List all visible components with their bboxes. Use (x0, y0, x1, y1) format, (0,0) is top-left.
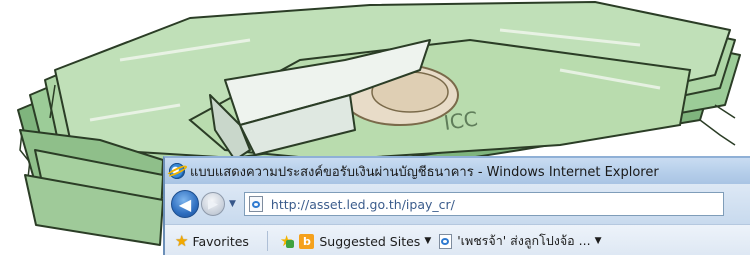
suggested-sites-button[interactable]: Suggested Sites (319, 234, 420, 249)
browser-window: แบบแสดงความประสงค์ขอรับเงินผ่านบัญชีธนาค… (163, 156, 750, 255)
favorites-button[interactable]: Favorites (192, 234, 248, 249)
favorites-star-icon: ★ (175, 231, 189, 250)
address-bar[interactable]: http://asset.led.go.th/ipay_cr/ (243, 192, 724, 216)
svg-text:ICC: ICC (442, 106, 479, 134)
forward-button[interactable]: ▶ (201, 192, 225, 216)
divider (266, 231, 268, 251)
chevron-down-icon[interactable]: ▼ (424, 236, 431, 246)
chevron-down-icon[interactable]: ▼ (229, 199, 236, 209)
back-arrow-icon: ◀ (178, 194, 192, 214)
bing-icon: b (299, 233, 315, 249)
window-title: แบบแสดงความประสงค์ขอรับเงินผ่านบัญชีธนาค… (190, 164, 659, 180)
ie-logo-icon (169, 163, 185, 179)
address-url[interactable]: http://asset.led.go.th/ipay_cr/ (271, 197, 455, 212)
page-icon (439, 233, 453, 249)
feed-link[interactable]: 'เพชรจ้า' ส่งลูกโปงจ้อ ... (457, 231, 590, 251)
navigation-bar: ◀ ▶ ▼ http://asset.led.go.th/ipay_cr/ (165, 184, 750, 224)
page-icon (248, 196, 263, 212)
forward-arrow-icon: ▶ (208, 196, 218, 212)
back-button[interactable]: ◀ (171, 190, 199, 218)
title-bar: แบบแสดงความประสงค์ขอรับเงินผ่านบัญชีธนาค… (165, 158, 750, 184)
chevron-down-icon[interactable]: ▼ (595, 236, 602, 246)
add-favorite-icon[interactable]: ★ (280, 232, 295, 250)
favorites-bar: ★ Favorites ★ b Suggested Sites ▼ 'เพชรจ… (165, 224, 750, 255)
